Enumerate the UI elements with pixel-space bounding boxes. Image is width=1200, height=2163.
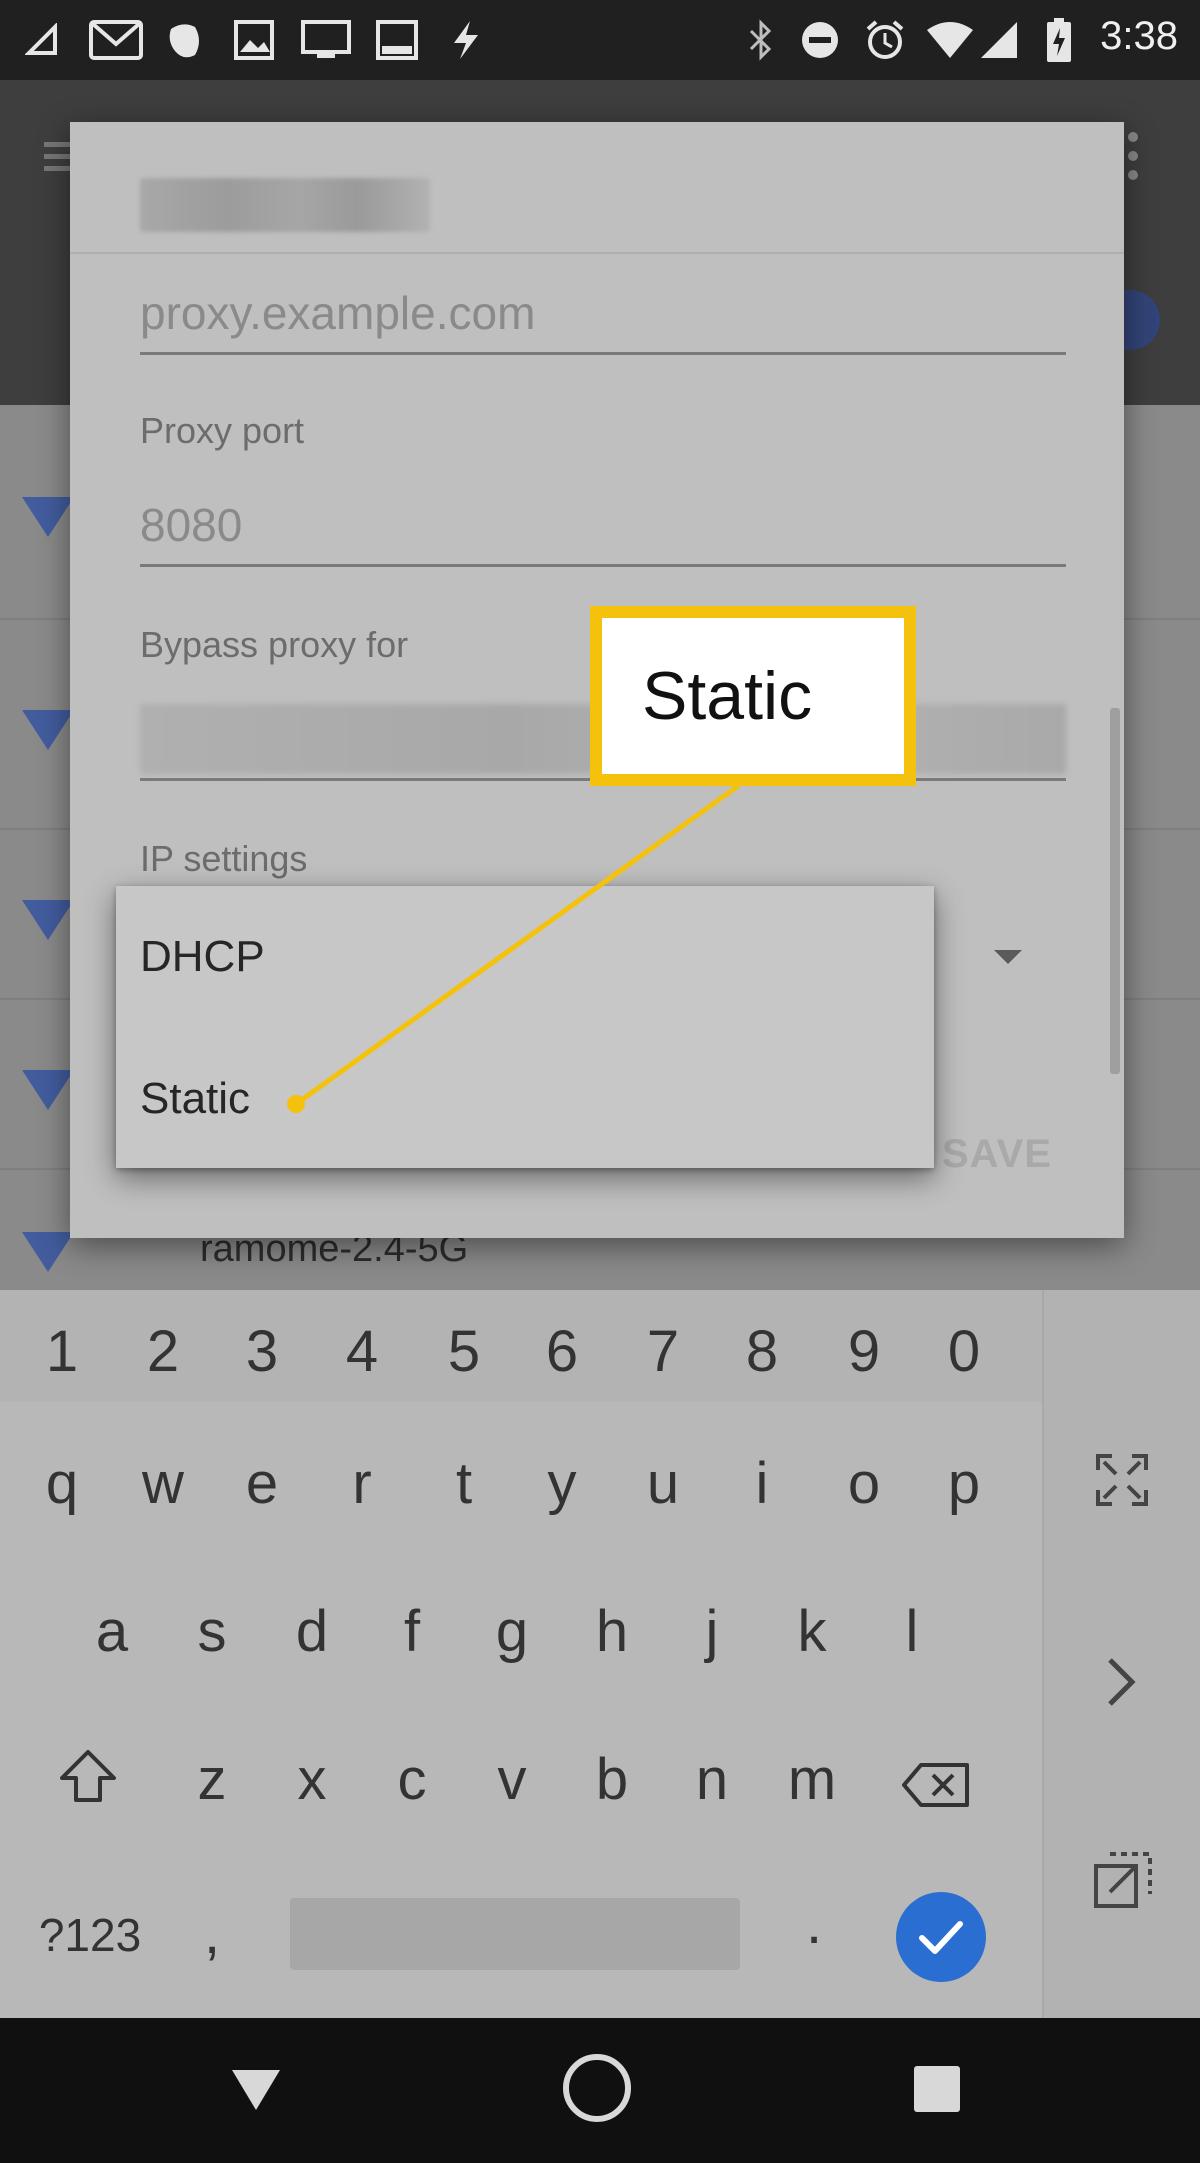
key-y[interactable]: y bbox=[522, 1450, 602, 1517]
key-z[interactable]: z bbox=[172, 1746, 252, 1813]
flash-icon bbox=[446, 16, 486, 64]
proxy-hostname-input[interactable]: proxy.example.com bbox=[140, 286, 535, 340]
key-i[interactable]: i bbox=[722, 1450, 802, 1517]
wifi-icon bbox=[924, 16, 976, 64]
space-key[interactable] bbox=[290, 1898, 740, 1970]
callout-label: Static bbox=[590, 606, 916, 786]
key-1[interactable]: 1 bbox=[22, 1318, 102, 1385]
key-l[interactable]: l bbox=[872, 1598, 952, 1665]
wifi-signal-icon bbox=[22, 710, 74, 750]
save-button[interactable]: SAVE bbox=[942, 1132, 1052, 1177]
proxy-port-label: Proxy port bbox=[140, 410, 305, 451]
shift-key[interactable] bbox=[48, 1748, 128, 1818]
key-n[interactable]: n bbox=[672, 1746, 752, 1813]
image-icon bbox=[232, 16, 276, 64]
dropdown-option-dhcp[interactable]: DHCP bbox=[140, 932, 265, 982]
gmail-icon bbox=[88, 16, 144, 64]
key-d[interactable]: d bbox=[272, 1598, 352, 1665]
back-icon[interactable] bbox=[232, 2070, 280, 2110]
key-k[interactable]: k bbox=[772, 1598, 852, 1665]
backspace-key[interactable] bbox=[898, 1756, 974, 1823]
key-0[interactable]: 0 bbox=[924, 1318, 1004, 1385]
key-2[interactable]: 2 bbox=[123, 1318, 203, 1385]
symbols-key[interactable]: ?123 bbox=[30, 1908, 150, 1962]
key-e[interactable]: e bbox=[222, 1450, 302, 1517]
bypass-proxy-label: Bypass proxy for bbox=[140, 624, 409, 665]
comma-key[interactable]: , bbox=[172, 1900, 252, 1967]
key-f[interactable]: f bbox=[372, 1598, 452, 1665]
wifi-signal-icon bbox=[22, 900, 74, 940]
dropdown-option-static[interactable]: Static bbox=[140, 1074, 250, 1124]
key-x[interactable]: x bbox=[272, 1746, 352, 1813]
battery-icon bbox=[1044, 16, 1074, 64]
wifi-signal-icon bbox=[22, 1232, 74, 1272]
tablet-icon bbox=[374, 16, 420, 64]
key-v[interactable]: v bbox=[472, 1746, 552, 1813]
key-7[interactable]: 7 bbox=[623, 1318, 703, 1385]
data-icon bbox=[22, 16, 62, 64]
key-r[interactable]: r bbox=[322, 1450, 402, 1517]
key-u[interactable]: u bbox=[623, 1450, 703, 1517]
recent-apps-icon[interactable] bbox=[914, 2066, 960, 2112]
key-9[interactable]: 9 bbox=[824, 1318, 904, 1385]
key-t[interactable]: t bbox=[424, 1450, 504, 1517]
clock: 3:38 bbox=[1100, 14, 1178, 58]
key-h[interactable]: h bbox=[572, 1598, 652, 1665]
do-not-disturb-icon bbox=[798, 16, 842, 64]
proxy-port-underline bbox=[140, 564, 1066, 567]
signal-icon bbox=[978, 16, 1020, 64]
chevron-down-icon[interactable] bbox=[994, 950, 1022, 964]
dialog-header bbox=[70, 122, 1124, 254]
key-b[interactable]: b bbox=[572, 1746, 652, 1813]
ip-settings-label: IP settings bbox=[140, 838, 308, 879]
undock-keyboard-icon[interactable] bbox=[1092, 1850, 1154, 1917]
key-p[interactable]: p bbox=[924, 1450, 1004, 1517]
done-key[interactable] bbox=[896, 1892, 986, 1982]
alarm-icon bbox=[862, 16, 908, 64]
key-3[interactable]: 3 bbox=[222, 1318, 302, 1385]
key-c[interactable]: c bbox=[372, 1746, 452, 1813]
proxy-port-input[interactable]: 8080 bbox=[140, 498, 242, 552]
key-g[interactable]: g bbox=[472, 1598, 552, 1665]
key-m[interactable]: m bbox=[772, 1746, 852, 1813]
key-s[interactable]: s bbox=[172, 1598, 252, 1665]
evernote-icon bbox=[160, 16, 208, 64]
chevron-right-icon[interactable] bbox=[1102, 1654, 1142, 1715]
backspace-icon bbox=[902, 1763, 969, 1807]
menu-icon bbox=[44, 142, 72, 172]
status-bar: 3:38 bbox=[0, 0, 1200, 80]
key-j[interactable]: j bbox=[672, 1598, 752, 1665]
key-w[interactable]: w bbox=[123, 1450, 203, 1517]
key-o[interactable]: o bbox=[824, 1450, 904, 1517]
callout-text: Static bbox=[642, 658, 813, 734]
blurred-network-name bbox=[140, 178, 430, 232]
checkmark-icon bbox=[919, 1921, 963, 1954]
bluetooth-icon bbox=[744, 16, 778, 64]
key-q[interactable]: q bbox=[22, 1450, 102, 1517]
cast-icon bbox=[300, 16, 352, 64]
proxy-hostname-underline bbox=[140, 352, 1066, 355]
key-a[interactable]: a bbox=[72, 1598, 152, 1665]
navigation-bar bbox=[0, 2018, 1200, 2163]
fullscreen-icon[interactable] bbox=[1094, 1452, 1150, 1513]
key-4[interactable]: 4 bbox=[322, 1318, 402, 1385]
soft-keyboard: 1 2 3 4 5 6 7 8 9 0 q w e r t y u i o p … bbox=[0, 1290, 1200, 2018]
key-6[interactable]: 6 bbox=[522, 1318, 602, 1385]
ip-settings-dropdown: DHCP Static bbox=[116, 886, 934, 1168]
wifi-signal-icon bbox=[22, 497, 74, 537]
key-8[interactable]: 8 bbox=[722, 1318, 802, 1385]
wifi-signal-icon bbox=[22, 1070, 74, 1110]
more-options-icon bbox=[1128, 132, 1138, 189]
shift-icon bbox=[60, 1750, 116, 1802]
dialog-scrollbar[interactable] bbox=[1110, 708, 1120, 1074]
key-5[interactable]: 5 bbox=[424, 1318, 504, 1385]
home-icon[interactable] bbox=[563, 2054, 631, 2122]
period-key[interactable]: . bbox=[774, 1890, 854, 1957]
